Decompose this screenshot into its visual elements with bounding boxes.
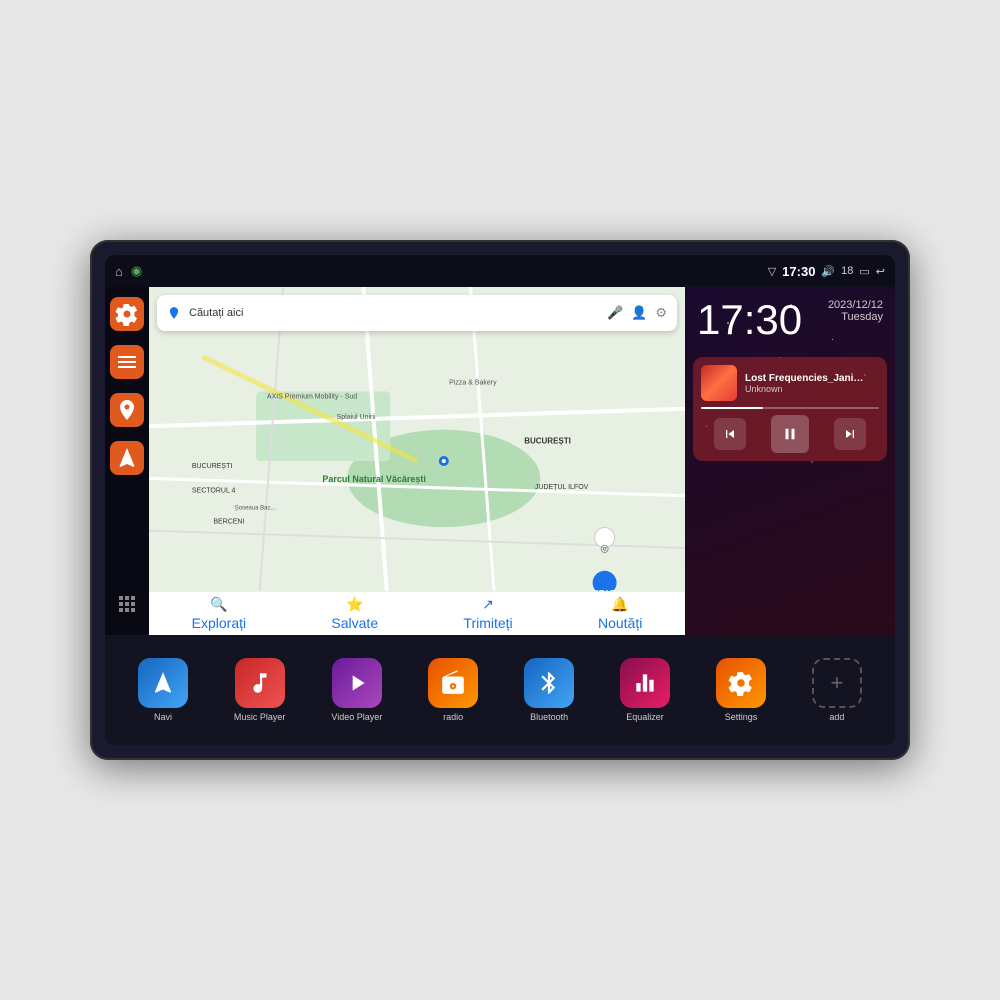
radio-icon: [428, 658, 478, 708]
svg-text:◎: ◎: [600, 543, 609, 554]
sidebar-apps-button[interactable]: [110, 587, 144, 621]
device-screen: ⌂ ◉ ▽ 17:30 🔊 18 ▭ ↩: [105, 255, 895, 745]
map-search-input[interactable]: [189, 307, 599, 319]
add-icon: +: [812, 658, 862, 708]
music-text: Lost Frequencies_Janie... Unknown: [745, 373, 879, 394]
account-icon[interactable]: 👤: [631, 305, 647, 321]
svg-text:AXIS Premium Mobility - Sud: AXIS Premium Mobility - Sud: [267, 393, 357, 400]
main-area: Parcul Natural Văcărești BUCUREȘTI JUDEȚ…: [105, 287, 895, 635]
back-icon[interactable]: ↩: [876, 265, 885, 278]
clock-area: 17:30 2023/12/12 Tuesday: [685, 287, 895, 353]
map-saved-button[interactable]: ⭐ Salvate: [331, 596, 378, 631]
navi-icon: [138, 658, 188, 708]
music-controls: [701, 415, 879, 453]
clock-day: Tuesday: [828, 311, 883, 323]
equalizer-icon: [620, 658, 670, 708]
map-news-button[interactable]: 🔔 Noutăți: [598, 596, 642, 631]
app-equalizer[interactable]: Equalizer: [620, 658, 670, 722]
svg-text:BERCENI: BERCENI: [213, 519, 244, 526]
map-search-bar[interactable]: 🎤 👤 ⚙: [157, 295, 677, 331]
app-video-player[interactable]: Video Player: [331, 658, 382, 722]
app-bluetooth[interactable]: Bluetooth: [524, 658, 574, 722]
app-radio[interactable]: radio: [428, 658, 478, 722]
music-progress-bar[interactable]: [701, 407, 879, 409]
map-explore-button[interactable]: 🔍 Explorați: [192, 596, 246, 631]
svg-text:SECTORUL 4: SECTORUL 4: [192, 487, 236, 494]
home-icon[interactable]: ⌂: [115, 264, 123, 279]
equalizer-label: Equalizer: [626, 712, 664, 722]
sidebar-navi-button[interactable]: [110, 441, 144, 475]
svg-text:BUCUREȘTI: BUCUREȘTI: [192, 463, 233, 470]
wifi-icon: ▽: [768, 265, 776, 278]
settings-icon[interactable]: ⚙: [655, 305, 667, 321]
sidebar-settings-button[interactable]: [110, 297, 144, 331]
battery-level: 18: [841, 265, 853, 277]
music-widget: Lost Frequencies_Janie... Unknown: [693, 357, 887, 461]
bluetooth-icon: [524, 658, 574, 708]
add-label: add: [829, 712, 844, 722]
video-player-icon: [332, 658, 382, 708]
volume-icon: 🔊: [821, 265, 835, 278]
map-background: Parcul Natural Văcărești BUCUREȘTI JUDEȚ…: [149, 287, 685, 635]
sidebar-files-button[interactable]: [110, 345, 144, 379]
clock-date-text: 2023/12/12: [828, 299, 883, 311]
map-share-button[interactable]: ↗ Trimiteți: [463, 596, 512, 631]
svg-text:Splaiul Unirii: Splaiul Unirii: [337, 414, 376, 421]
svg-text:Șoseaua Bac...: Șoseaua Bac...: [235, 506, 276, 512]
music-pause-button[interactable]: [771, 415, 809, 453]
music-info: Lost Frequencies_Janie... Unknown: [701, 365, 879, 401]
music-player-icon: [235, 658, 285, 708]
status-bar-right: ▽ 17:30 🔊 18 ▭ ↩: [768, 264, 885, 279]
music-player-label: Music Player: [234, 712, 286, 722]
bluetooth-label: Bluetooth: [530, 712, 568, 722]
music-thumbnail: [701, 365, 737, 401]
music-title: Lost Frequencies_Janie...: [745, 373, 865, 384]
app-navi[interactable]: Navi: [138, 658, 188, 722]
settings-label: Settings: [725, 712, 758, 722]
clock-time: 17:30: [697, 299, 802, 341]
navi-label: Navi: [154, 712, 172, 722]
svg-text:Parcul Natural Văcărești: Parcul Natural Văcărești: [322, 474, 426, 484]
maps-icon[interactable]: ◉: [131, 263, 142, 279]
music-thumbnail-image: [701, 365, 737, 401]
svg-text:Pizza & Bakery: Pizza & Bakery: [449, 379, 497, 386]
music-artist: Unknown: [745, 384, 879, 394]
music-next-button[interactable]: [834, 418, 866, 450]
map-container[interactable]: Parcul Natural Văcărești BUCUREȘTI JUDEȚ…: [149, 287, 685, 635]
map-bottom-bar: 🔍 Explorați ⭐ Salvate ↗ Trimiteți 🔔: [149, 591, 685, 635]
app-add[interactable]: + add: [812, 658, 862, 722]
radio-label: radio: [443, 712, 463, 722]
left-sidebar: [105, 287, 149, 635]
music-prev-button[interactable]: [714, 418, 746, 450]
app-music-player[interactable]: Music Player: [234, 658, 286, 722]
settings-icon: [716, 658, 766, 708]
video-player-label: Video Player: [331, 712, 382, 722]
svg-text:BUCUREȘTI: BUCUREȘTI: [524, 437, 571, 446]
car-head-unit: ⌂ ◉ ▽ 17:30 🔊 18 ▭ ↩: [90, 240, 910, 760]
app-settings[interactable]: Settings: [716, 658, 766, 722]
battery-icon: ▭: [859, 265, 869, 278]
svg-text:JUDEȚUL ILFOV: JUDEȚUL ILFOV: [535, 484, 589, 491]
status-bar-left: ⌂ ◉: [115, 263, 142, 279]
music-progress-fill: [701, 407, 763, 409]
bottom-dock: Navi Music Player Video Player: [105, 635, 895, 745]
mic-icon[interactable]: 🎤: [607, 305, 623, 321]
sidebar-location-button[interactable]: [110, 393, 144, 427]
clock-date: 2023/12/12 Tuesday: [828, 299, 883, 323]
right-panel: 17:30 2023/12/12 Tuesday Lost Frequencie…: [685, 287, 895, 635]
status-bar: ⌂ ◉ ▽ 17:30 🔊 18 ▭ ↩: [105, 255, 895, 287]
status-time: 17:30: [782, 264, 815, 279]
